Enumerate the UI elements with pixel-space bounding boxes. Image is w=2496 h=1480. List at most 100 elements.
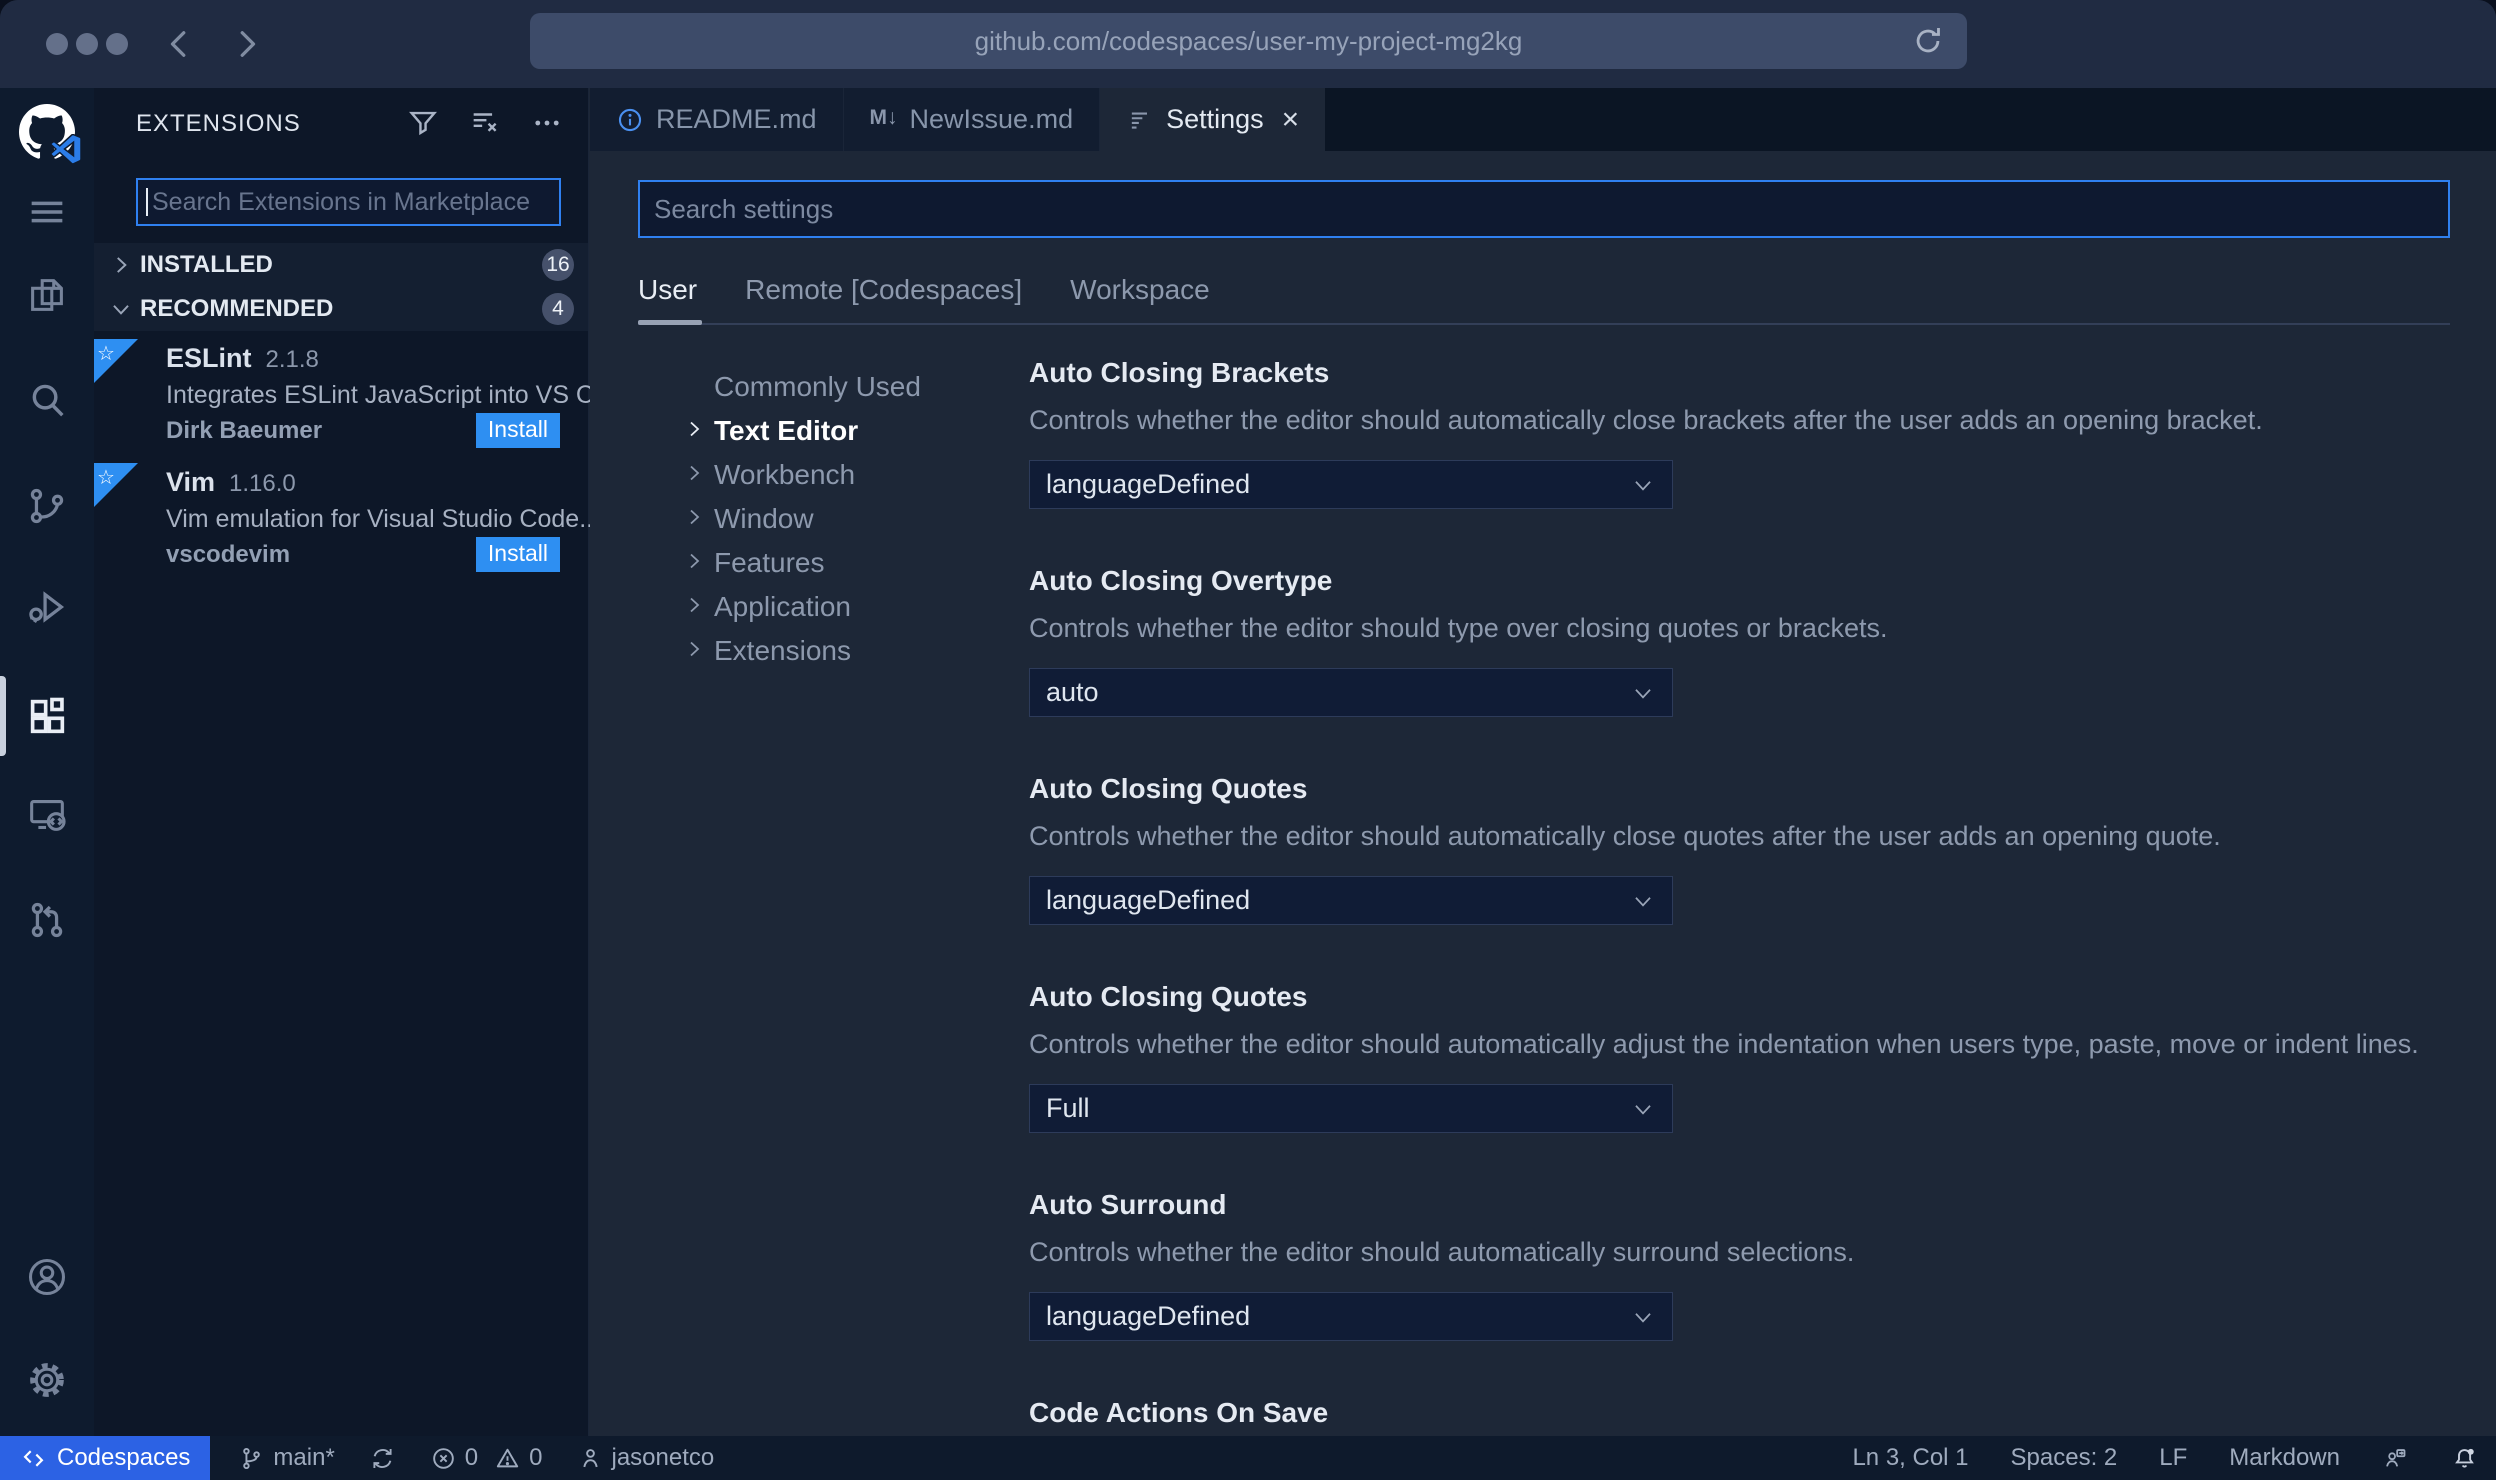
filter-icon[interactable] bbox=[406, 106, 440, 140]
chevron-right-icon bbox=[682, 461, 706, 485]
toc-text-editor[interactable]: Text Editor bbox=[714, 415, 858, 447]
tab-readme[interactable]: README.md bbox=[590, 88, 844, 151]
remote-explorer-icon[interactable] bbox=[24, 792, 70, 838]
settings-search-input[interactable] bbox=[640, 193, 2448, 225]
scope-divider bbox=[638, 323, 2450, 325]
indentation[interactable]: Spaces: 2 bbox=[2011, 1444, 2118, 1472]
github-codespaces-logo-icon bbox=[19, 104, 82, 165]
toc-workbench[interactable]: Workbench bbox=[714, 459, 855, 491]
installed-count-badge: 16 bbox=[542, 249, 574, 281]
pull-requests-icon[interactable] bbox=[24, 897, 70, 943]
cursor-position[interactable]: Ln 3, Col 1 bbox=[1852, 1444, 1968, 1472]
extension-name: Vim bbox=[166, 467, 216, 497]
setting-auto-closing-brackets: Auto Closing Brackets Controls whether t… bbox=[1029, 357, 2456, 509]
user-status-item[interactable]: jasonetco bbox=[577, 1444, 715, 1472]
scope-tab-workspace[interactable]: Workspace bbox=[1070, 274, 1210, 320]
toc-commonly-used[interactable]: Commonly Used bbox=[714, 371, 921, 403]
setting-dropdown[interactable]: languageDefined bbox=[1029, 460, 1673, 509]
user-label: jasonetco bbox=[611, 1444, 715, 1471]
clear-extensions-input-icon[interactable] bbox=[468, 106, 502, 140]
settings-editor: User Remote [Codespaces] Workspace Commo… bbox=[590, 151, 2496, 1436]
extensions-icon[interactable] bbox=[24, 693, 70, 739]
extension-description: Vim emulation for Visual Studio Code... bbox=[166, 505, 601, 533]
browser-titlebar: github.com/codespaces/user-my-project-mg… bbox=[0, 0, 2496, 88]
setting-auto-indent: Auto Closing Quotes Controls whether the… bbox=[1029, 981, 2456, 1133]
language-mode[interactable]: Markdown bbox=[2229, 1444, 2340, 1472]
forward-icon[interactable] bbox=[228, 26, 264, 62]
section-label: INSTALLED bbox=[140, 251, 273, 278]
back-icon[interactable] bbox=[162, 26, 198, 62]
scope-tab-remote[interactable]: Remote [Codespaces] bbox=[745, 274, 1022, 320]
error-icon bbox=[430, 1445, 457, 1472]
extensions-search-input[interactable] bbox=[148, 187, 559, 217]
editor-area: README.md M↓ NewIssue.md Settings × Sear… bbox=[590, 88, 2496, 1436]
install-button[interactable]: Install bbox=[475, 413, 560, 448]
setting-dropdown[interactable]: languageDefined bbox=[1029, 1292, 1673, 1341]
window-controls[interactable] bbox=[46, 33, 128, 55]
chevron-right-icon bbox=[682, 417, 706, 441]
section-recommended[interactable]: RECOMMENDED 4 bbox=[94, 287, 588, 331]
errors-status-item[interactable]: 0 0 bbox=[430, 1444, 543, 1472]
toc-application[interactable]: Application bbox=[714, 591, 851, 623]
activity-bar bbox=[0, 88, 94, 1436]
dropdown-value: languageDefined bbox=[1046, 469, 1251, 499]
setting-title: Auto Surround bbox=[1029, 1189, 1227, 1220]
notifications-bell-icon[interactable] bbox=[2451, 1445, 2478, 1472]
reload-icon[interactable] bbox=[1911, 24, 1945, 58]
toc-features[interactable]: Features bbox=[714, 547, 825, 579]
tab-newissue[interactable]: M↓ NewIssue.md bbox=[843, 88, 1101, 151]
extensions-search-box bbox=[136, 178, 561, 226]
setting-dropdown[interactable]: Full bbox=[1029, 1084, 1673, 1133]
window-close-button[interactable] bbox=[46, 33, 68, 55]
chevron-down-icon bbox=[108, 296, 134, 322]
scope-tab-user[interactable]: User bbox=[638, 274, 697, 320]
extension-item-eslint[interactable]: ☆ ESLint 2.1.8 Integrates ESLint JavaScr… bbox=[94, 339, 615, 451]
install-button[interactable]: Install bbox=[475, 537, 560, 572]
recommended-count-badge: 4 bbox=[542, 293, 574, 325]
chevron-right-icon bbox=[682, 593, 706, 617]
codespaces-status-item[interactable]: Codespaces bbox=[0, 1436, 211, 1480]
sync-status-item[interactable] bbox=[369, 1445, 396, 1472]
error-count: 0 bbox=[464, 1444, 479, 1471]
extensions-sidebar: EXTENSIONS INSTALLED bbox=[94, 88, 615, 1436]
setting-auto-surround: Auto Surround Controls whether the edito… bbox=[1029, 1189, 2456, 1341]
vscode-logo-icon bbox=[50, 133, 82, 165]
toc-extensions[interactable]: Extensions bbox=[714, 635, 851, 667]
chevron-down-icon bbox=[1630, 472, 1656, 498]
window-minimize-button[interactable] bbox=[76, 33, 98, 55]
eol-sequence[interactable]: LF bbox=[2159, 1444, 2187, 1472]
extension-description: Integrates ESLint JavaScript into VS C..… bbox=[166, 381, 615, 409]
setting-dropdown[interactable]: auto bbox=[1029, 668, 1673, 717]
more-actions-icon[interactable] bbox=[530, 106, 564, 140]
window-zoom-button[interactable] bbox=[106, 33, 128, 55]
markdown-icon: M↓ bbox=[869, 105, 898, 129]
recommended-ribbon: ☆ bbox=[94, 339, 138, 383]
settings-gear-icon[interactable] bbox=[24, 1357, 70, 1403]
setting-title: Auto Closing Brackets bbox=[1029, 357, 1330, 388]
tab-settings[interactable]: Settings × bbox=[1100, 88, 1326, 151]
url-text: github.com/codespaces/user-my-project-mg… bbox=[974, 25, 1523, 56]
feedback-icon[interactable] bbox=[2382, 1445, 2409, 1472]
branch-status-item[interactable]: main* bbox=[238, 1444, 335, 1472]
chevron-down-icon bbox=[1630, 1304, 1656, 1330]
search-icon[interactable] bbox=[24, 378, 70, 424]
source-control-icon[interactable] bbox=[24, 483, 70, 529]
setting-title: Auto Closing Quotes bbox=[1029, 981, 1308, 1012]
setting-code-actions-on-save: Code Actions On Save bbox=[1029, 1397, 2456, 1429]
close-icon[interactable]: × bbox=[1282, 104, 1300, 135]
address-bar[interactable]: github.com/codespaces/user-my-project-mg… bbox=[530, 13, 1967, 69]
section-installed[interactable]: INSTALLED 16 bbox=[94, 243, 588, 287]
star-icon: ☆ bbox=[97, 343, 115, 365]
extension-item-vim[interactable]: ☆ Vim 1.16.0 Vim emulation for Visual St… bbox=[94, 463, 600, 575]
run-and-debug-icon[interactable] bbox=[24, 584, 70, 630]
extension-name: ESLint bbox=[166, 343, 252, 373]
remote-indicator-icon bbox=[20, 1445, 47, 1472]
account-icon[interactable] bbox=[24, 1254, 70, 1300]
toc-window[interactable]: Window bbox=[714, 503, 814, 535]
explorer-icon[interactable] bbox=[24, 272, 70, 318]
branch-label: main* bbox=[273, 1444, 335, 1471]
setting-title: Auto Closing Overtype bbox=[1029, 565, 1333, 596]
chevron-right-icon bbox=[108, 252, 134, 278]
menu-icon[interactable] bbox=[24, 189, 70, 235]
setting-dropdown[interactable]: languageDefined bbox=[1029, 876, 1673, 925]
